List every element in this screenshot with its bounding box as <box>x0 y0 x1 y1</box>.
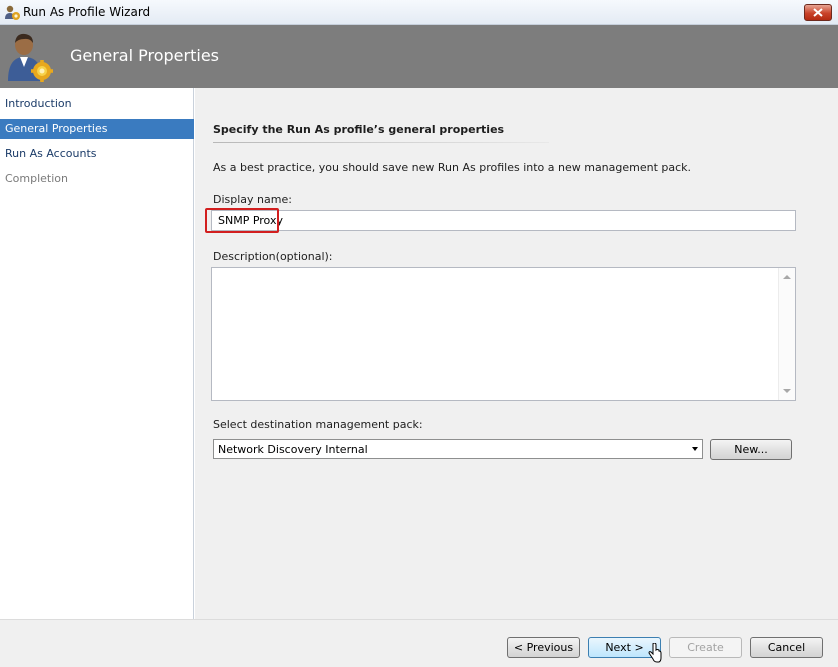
nav-item-completion: Completion <box>5 172 69 185</box>
wizard-steps-nav: Introduction General Properties Run As A… <box>0 88 194 619</box>
destination-management-pack-select[interactable]: Network Discovery Internal <box>213 439 703 459</box>
description-label: Description(optional): <box>213 250 333 263</box>
title-bar: Run As Profile Wizard <box>0 0 838 25</box>
scroll-down-arrow-icon[interactable] <box>783 389 791 393</box>
section-title: Specify the Run As profile’s general pro… <box>213 123 505 136</box>
cancel-button[interactable]: Cancel <box>750 637 823 658</box>
display-name-label: Display name: <box>213 193 292 206</box>
nav-item-general-properties[interactable]: General Properties <box>0 119 194 139</box>
description-scrollbar[interactable] <box>778 268 795 400</box>
wizard-app-icon <box>5 5 20 20</box>
new-management-pack-button[interactable]: New... <box>710 439 792 460</box>
description-textarea[interactable] <box>211 267 796 401</box>
destination-selected-value: Network Discovery Internal <box>218 443 368 456</box>
nav-item-introduction[interactable]: Introduction <box>0 94 194 114</box>
previous-button[interactable]: < Previous <box>507 637 580 658</box>
display-name-highlight <box>205 208 279 233</box>
window-title: Run As Profile Wizard <box>23 5 151 19</box>
mouse-pointer-icon <box>648 643 662 663</box>
best-practice-hint: As a best practice, you should save new … <box>213 161 692 174</box>
section-divider <box>213 142 549 143</box>
create-button: Create <box>669 637 742 658</box>
destination-label: Select destination management pack: <box>213 418 423 431</box>
wizard-footer: < Previous Next > Create Cancel <box>0 619 838 667</box>
close-icon <box>813 8 823 17</box>
scroll-up-arrow-icon[interactable] <box>783 275 791 279</box>
run-as-profile-icon <box>8 33 53 82</box>
wizard-header: General Properties <box>0 25 838 88</box>
page-title: General Properties <box>70 46 219 65</box>
close-button[interactable] <box>804 4 832 21</box>
nav-item-run-as-accounts[interactable]: Run As Accounts <box>0 144 194 164</box>
display-name-input[interactable] <box>211 210 796 231</box>
dropdown-arrow-icon <box>692 447 698 451</box>
wizard-content: Specify the Run As profile’s general pro… <box>195 88 838 619</box>
